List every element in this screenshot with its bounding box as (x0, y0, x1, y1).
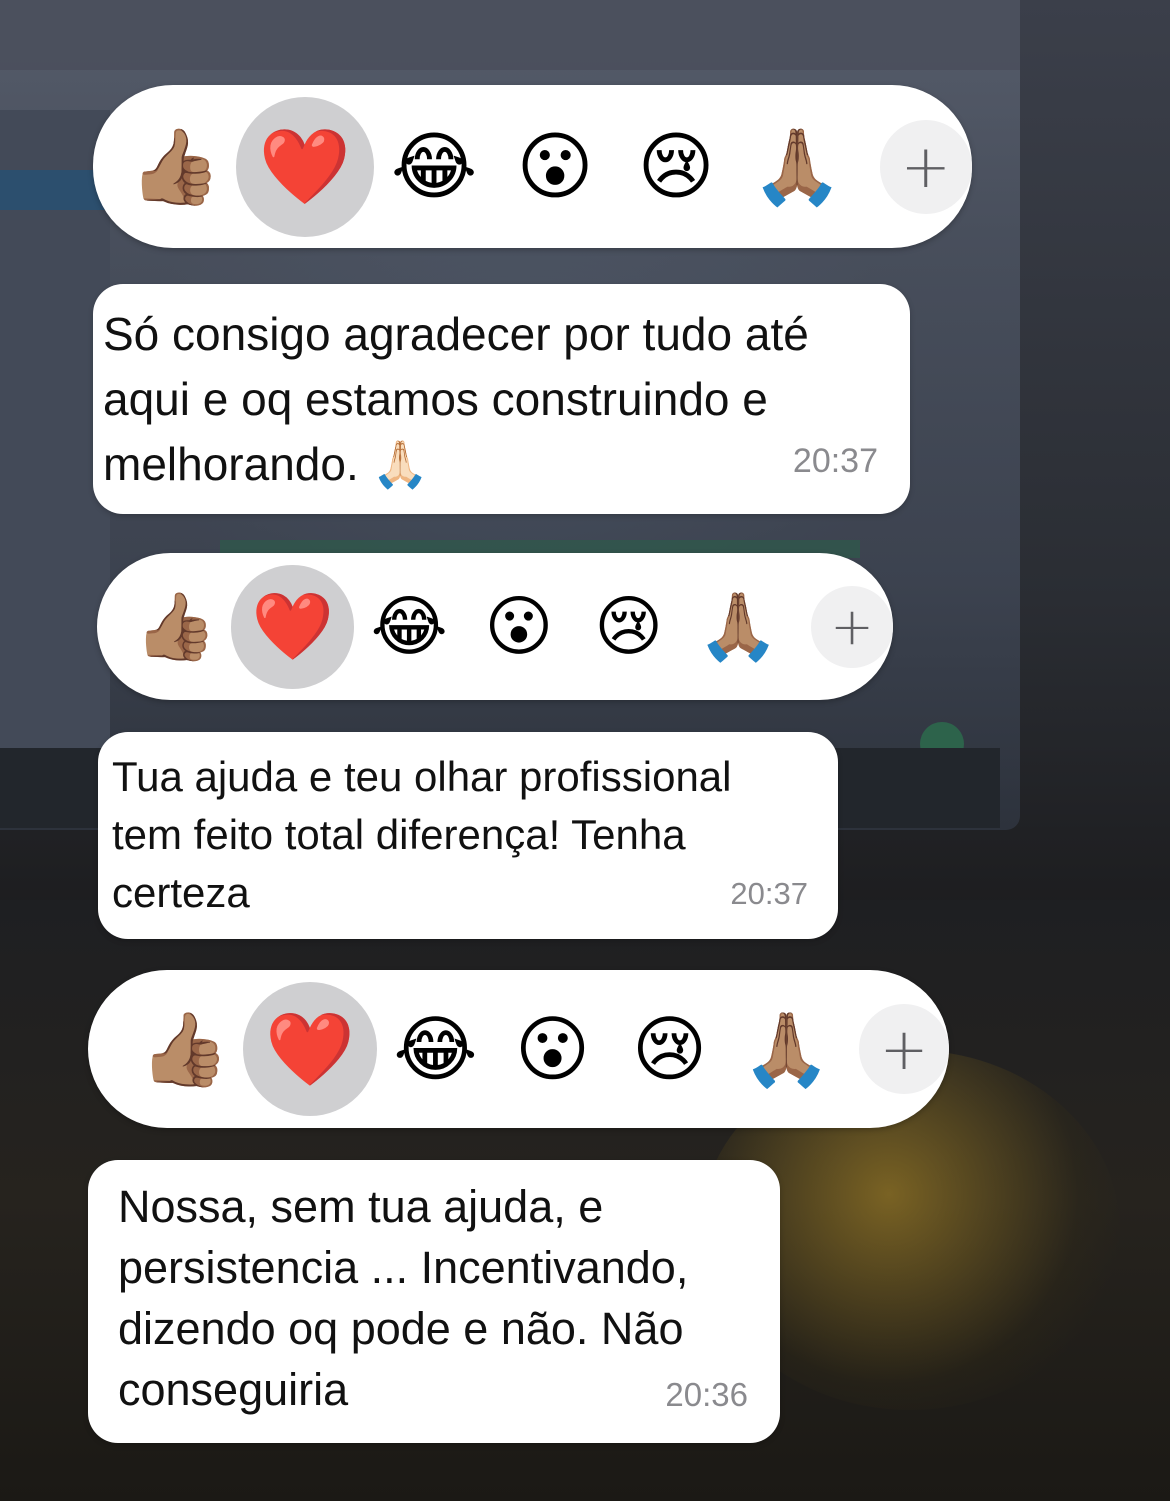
background-browser-bar (0, 0, 1020, 70)
surprised-reaction-icon[interactable]: 😮 (495, 97, 616, 237)
pray-reaction-icon[interactable]: 🙏🏽 (737, 97, 858, 237)
message-text: Nossa, sem tua ajuda, e persistencia ...… (118, 1181, 689, 1415)
thumbs-up-reaction-icon[interactable]: 👍🏽 (115, 97, 236, 237)
thumbs-up-reaction-icon[interactable]: 👍🏽 (121, 565, 231, 689)
message-timestamp: 20:37 (792, 442, 878, 480)
laughing-reaction-icon[interactable]: 😂 (377, 982, 494, 1116)
reaction-bar: 👍🏽 ❤️ 😂 😮 😢 🙏🏽 + (97, 553, 893, 700)
thumbs-up-reaction-icon[interactable]: 👍🏽 (126, 982, 243, 1116)
message-text: Tua ajuda e teu olhar profissional tem f… (112, 753, 732, 916)
heart-reaction-icon[interactable]: ❤️ (235, 96, 374, 237)
laughing-reaction-icon[interactable]: 😂 (374, 97, 495, 237)
message-timestamp: 20:36 (665, 1376, 748, 1413)
reaction-bar: 👍🏽 ❤️ 😂 😮 😢 🙏🏽 + (93, 85, 972, 248)
laughing-reaction-icon[interactable]: 😂 (354, 565, 464, 689)
crying-reaction-icon[interactable]: 😢 (616, 97, 737, 237)
message-bubble[interactable]: Tua ajuda e teu olhar profissional tem f… (98, 732, 838, 939)
more-reactions-plus-icon[interactable]: + (859, 1004, 949, 1094)
crying-reaction-icon[interactable]: 😢 (574, 565, 684, 689)
pray-reaction-icon[interactable]: 🙏🏽 (728, 982, 845, 1116)
more-reactions-plus-icon[interactable]: + (879, 119, 972, 214)
message-bubble[interactable]: Nossa, sem tua ajuda, e persistencia ...… (88, 1160, 780, 1443)
surprised-reaction-icon[interactable]: 😮 (464, 565, 574, 689)
message-text: Só consigo agradecer por tudo até aqui e… (103, 308, 809, 490)
heart-reaction-icon[interactable]: ❤️ (230, 564, 355, 689)
pray-reaction-icon[interactable]: 🙏🏽 (683, 565, 793, 689)
more-reactions-plus-icon[interactable]: + (811, 585, 893, 668)
surprised-reaction-icon[interactable]: 😮 (494, 982, 611, 1116)
crying-reaction-icon[interactable]: 😢 (611, 982, 728, 1116)
heart-reaction-icon[interactable]: ❤️ (243, 982, 377, 1116)
reaction-bar: 👍🏽 ❤️ 😂 😮 😢 🙏🏽 + (88, 970, 949, 1128)
message-bubble[interactable]: Só consigo agradecer por tudo até aqui e… (93, 284, 910, 514)
message-timestamp: 20:37 (730, 876, 808, 911)
